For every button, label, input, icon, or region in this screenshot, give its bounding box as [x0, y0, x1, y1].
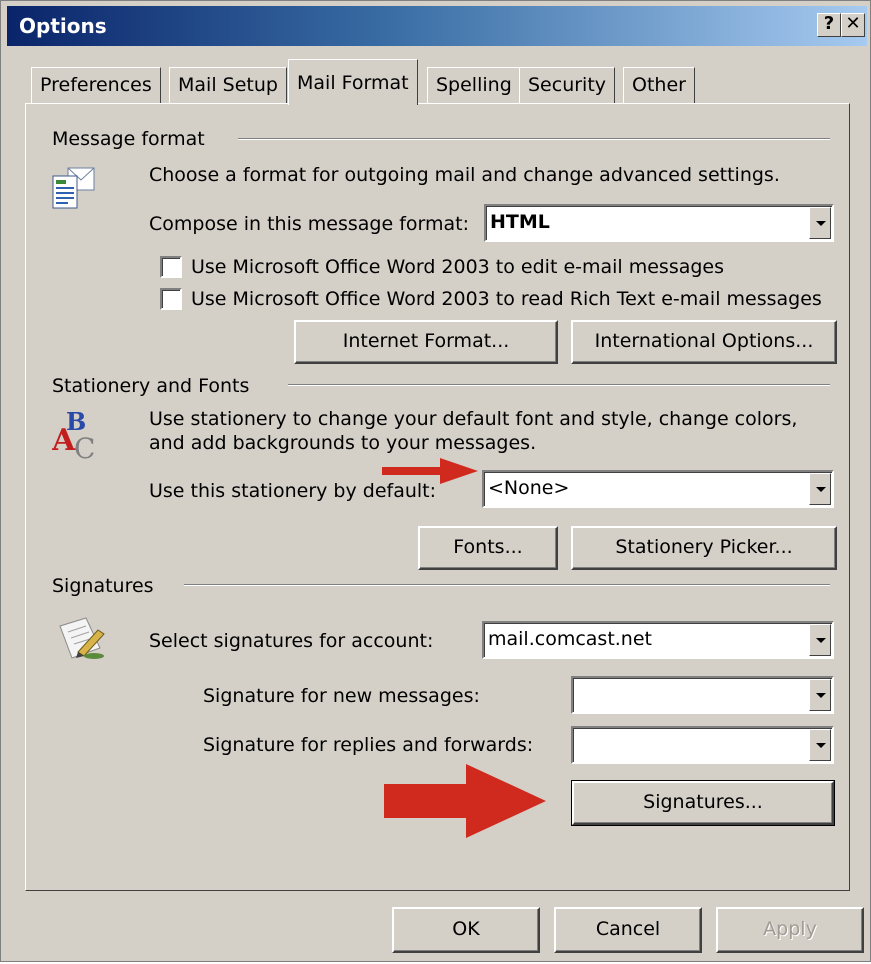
help-button[interactable]: ? [817, 13, 841, 37]
tab-mail-format[interactable]: Mail Format [288, 59, 418, 105]
compose-format-label: Compose in this message format: [149, 213, 470, 235]
stationery-default-value: <None> [488, 477, 570, 499]
word-edit-checkbox[interactable] [160, 256, 182, 278]
stationery-description-line2: and add backgrounds to your messages. [149, 432, 537, 454]
close-button[interactable]: ✕ [841, 13, 865, 37]
ok-button[interactable]: OK [392, 907, 540, 953]
signature-pen-icon [56, 616, 108, 667]
options-dialog: Options ? ✕ Preferences Mail Setup Mail … [0, 0, 871, 962]
abc-fonts-icon: B A C [51, 406, 100, 467]
section-divider [288, 384, 830, 386]
cancel-button[interactable]: Cancel [554, 907, 702, 953]
signature-new-messages-select[interactable] [571, 676, 834, 714]
fonts-button[interactable]: Fonts... [418, 526, 558, 570]
message-format-description: Choose a format for outgoing mail and ch… [149, 164, 780, 186]
tab-preferences[interactable]: Preferences [31, 67, 161, 103]
tab-security[interactable]: Security [519, 67, 616, 103]
svg-text:A: A [52, 423, 76, 458]
section-divider [238, 138, 830, 140]
compose-format-value: HTML [490, 211, 550, 233]
section-divider [184, 584, 830, 586]
signature-account-label: Select signatures for account: [149, 630, 434, 652]
message-format-icon [50, 164, 98, 217]
annotation-arrow-large-icon [384, 764, 546, 838]
tab-mail-setup[interactable]: Mail Setup [169, 67, 287, 103]
signature-replies-select[interactable] [571, 726, 834, 764]
signature-account-value: mail.comcast.net [488, 628, 652, 650]
signature-account-select[interactable]: mail.comcast.net [482, 621, 834, 659]
compose-format-select[interactable]: HTML [484, 204, 834, 242]
word-read-checkbox[interactable] [160, 288, 182, 310]
message-format-heading: Message format [52, 128, 205, 150]
chevron-down-icon[interactable] [809, 729, 831, 761]
chevron-down-icon[interactable] [809, 207, 831, 239]
title-bar[interactable]: Options ? ✕ [7, 6, 867, 46]
chevron-down-icon[interactable] [809, 624, 831, 656]
stationery-default-select[interactable]: <None> [482, 470, 834, 508]
tab-other[interactable]: Other [623, 67, 695, 103]
tab-spelling[interactable]: Spelling [427, 67, 521, 103]
internet-format-button[interactable]: Internet Format... [294, 320, 558, 364]
chevron-down-icon[interactable] [809, 473, 831, 505]
stationery-picker-button[interactable]: Stationery Picker... [571, 526, 837, 570]
mail-format-panel: Message format Choose a format for outgo… [25, 103, 850, 891]
stationery-description-line1: Use stationery to change your default fo… [149, 408, 798, 430]
signature-replies-label: Signature for replies and forwards: [203, 734, 534, 756]
chevron-down-icon[interactable] [809, 679, 831, 711]
signatures-heading: Signatures [52, 575, 154, 597]
signatures-button[interactable]: Signatures... [571, 780, 835, 826]
word-read-label: Use Microsoft Office Word 2003 to read R… [191, 288, 822, 310]
dialog-title: Options [19, 14, 107, 38]
svg-text:C: C [74, 432, 95, 462]
stationery-heading: Stationery and Fonts [52, 375, 250, 397]
word-edit-label: Use Microsoft Office Word 2003 to edit e… [191, 256, 725, 278]
signature-new-messages-label: Signature for new messages: [203, 685, 480, 707]
annotation-arrow-small-icon [382, 458, 478, 484]
international-options-button[interactable]: International Options... [571, 320, 837, 364]
apply-button[interactable]: Apply [716, 907, 864, 953]
